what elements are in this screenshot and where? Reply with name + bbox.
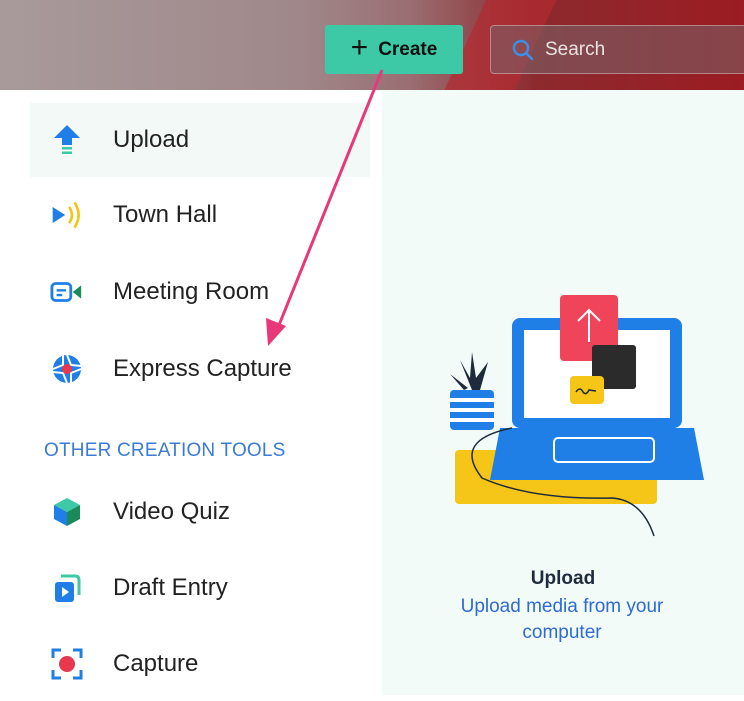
menu-item-upload[interactable]: Upload bbox=[30, 103, 370, 177]
menu-item-label: Draft Entry bbox=[113, 574, 228, 601]
meeting-room-icon bbox=[50, 275, 84, 309]
upload-icon bbox=[50, 123, 84, 157]
draft-entry-icon bbox=[50, 571, 84, 605]
video-quiz-icon bbox=[50, 495, 84, 529]
menu-item-express-capture[interactable]: Express Capture bbox=[30, 332, 370, 406]
create-button[interactable]: + Create bbox=[325, 25, 463, 74]
preview-description: Upload media from your computer bbox=[460, 596, 664, 643]
menu-item-label: Express Capture bbox=[113, 355, 292, 382]
express-capture-icon bbox=[50, 352, 84, 386]
menu-item-meeting-room[interactable]: Meeting Room bbox=[30, 255, 370, 329]
menu-item-video-quiz[interactable]: Video Quiz bbox=[30, 475, 370, 549]
section-title-other-tools: OTHER CREATION TOOLS bbox=[44, 440, 286, 461]
create-button-label: Create bbox=[378, 38, 438, 60]
capture-icon bbox=[50, 647, 84, 681]
menu-item-label: Meeting Room bbox=[113, 278, 270, 305]
menu-item-label: Video Quiz bbox=[113, 498, 230, 525]
menu-item-label: Upload bbox=[113, 126, 190, 153]
menu-item-label: Capture bbox=[113, 650, 199, 677]
town-hall-icon bbox=[50, 198, 84, 232]
menu-item-label: Town Hall bbox=[113, 201, 218, 228]
menu-item-town-hall[interactable]: Town Hall bbox=[30, 178, 370, 252]
search-input[interactable]: Search bbox=[490, 25, 744, 74]
search-icon bbox=[511, 38, 535, 62]
menu-item-draft-entry[interactable]: Draft Entry bbox=[30, 551, 370, 625]
search-placeholder: Search bbox=[545, 38, 606, 60]
upload-illustration bbox=[450, 295, 704, 537]
create-menu: Upload Town Hall Meeting Room Express Ca… bbox=[10, 90, 380, 695]
preview-title: Upload bbox=[530, 568, 596, 589]
plus-icon: + bbox=[350, 31, 369, 64]
menu-item-capture[interactable]: Capture bbox=[30, 627, 370, 701]
